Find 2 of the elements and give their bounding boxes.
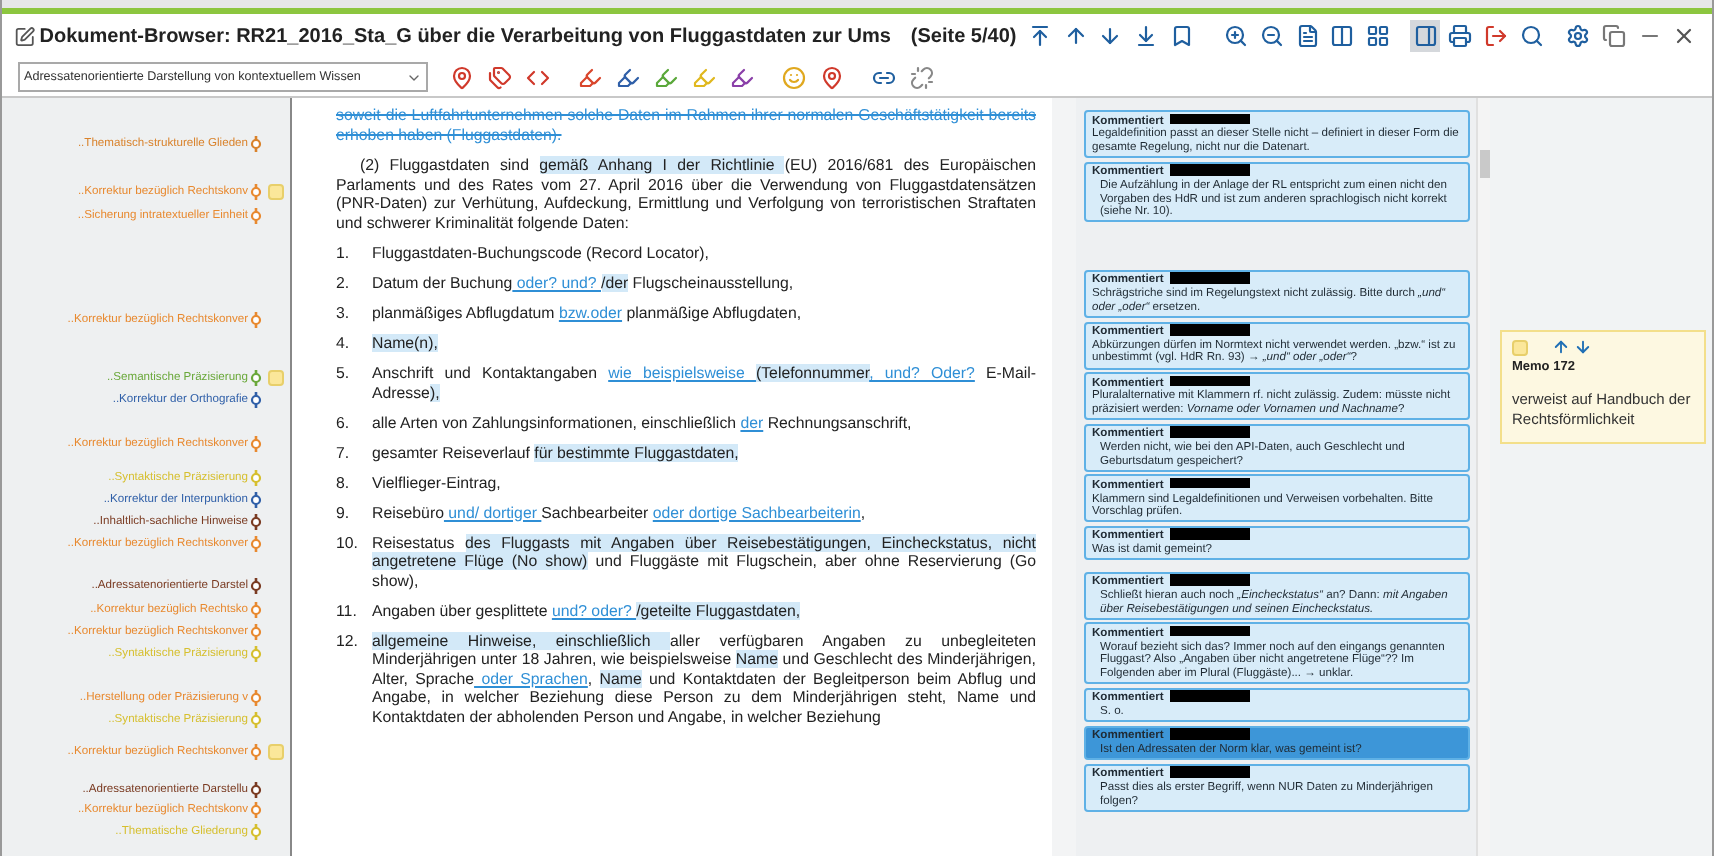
window-title: Dokument-Browser: RR21_2016_Sta_G über die Verarbeitung von Fluggastdaten zur Ums	[39, 25, 891, 47]
page-indicator: (Seite 5/40)	[910, 25, 1017, 47]
